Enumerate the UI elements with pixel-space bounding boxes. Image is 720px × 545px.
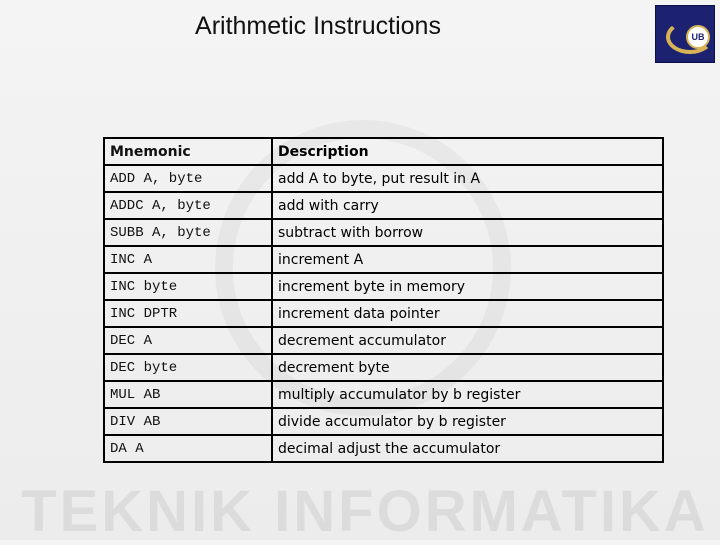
table-row: INC DPTR increment data pointer — [103, 299, 664, 328]
description-cell: increment data pointer — [271, 299, 664, 328]
mnemonic-cell: ADDC A, byte — [103, 191, 273, 220]
description-cell: decrement byte — [271, 353, 664, 382]
table-row: MUL AB multiply accumulator by b register — [103, 380, 664, 409]
description-cell: add with carry — [271, 191, 664, 220]
table-row: DA Adecimal adjust the accumulator — [103, 434, 664, 463]
description-cell: divide accumulator by b register — [271, 407, 664, 436]
instruction-table: Mnemonic Description ADD A, byte add A to… — [103, 137, 664, 463]
table-row: DEC Adecrement accumulator — [103, 326, 664, 355]
table-row: SUBB A, byte subtract with borrow — [103, 218, 664, 247]
mnemonic-cell: DEC A — [103, 326, 273, 355]
table-row: DIV AB divide accumulator by b register — [103, 407, 664, 436]
description-cell: add A to byte, put result in A — [271, 164, 664, 193]
mnemonic-cell: DIV AB — [103, 407, 273, 436]
mnemonic-cell: SUBB A, byte — [103, 218, 273, 247]
header-description: Description — [271, 137, 664, 166]
table-row: INC Aincrement A — [103, 245, 664, 274]
mnemonic-cell: ADD A, byte — [103, 164, 273, 193]
table-row: INC byte increment byte in memory — [103, 272, 664, 301]
description-cell: increment A — [271, 245, 664, 274]
description-cell: decimal adjust the accumulator — [271, 434, 664, 463]
table-row: ADD A, byte add A to byte, put result in … — [103, 164, 664, 193]
table-header-row: Mnemonic Description — [103, 137, 664, 166]
mnemonic-cell: MUL AB — [103, 380, 273, 409]
description-cell: increment byte in memory — [271, 272, 664, 301]
slide-title: Arithmetic Instructions — [195, 12, 441, 40]
header-mnemonic: Mnemonic — [103, 137, 273, 166]
mnemonic-cell: INC DPTR — [103, 299, 273, 328]
table-row: ADDC A, byte add with carry — [103, 191, 664, 220]
mnemonic-cell: INC byte — [103, 272, 273, 301]
description-cell: decrement accumulator — [271, 326, 664, 355]
mnemonic-cell: INC A — [103, 245, 273, 274]
mnemonic-cell: DA A — [103, 434, 273, 463]
mnemonic-cell: DEC byte — [103, 353, 273, 382]
university-logo: UB — [655, 5, 715, 63]
description-cell: subtract with borrow — [271, 218, 664, 247]
footer-watermark: TEKNIK INFORMATIKA — [21, 479, 709, 544]
description-cell: multiply accumulator by b register — [271, 380, 664, 409]
table-row: DEC byte decrement byte — [103, 353, 664, 382]
